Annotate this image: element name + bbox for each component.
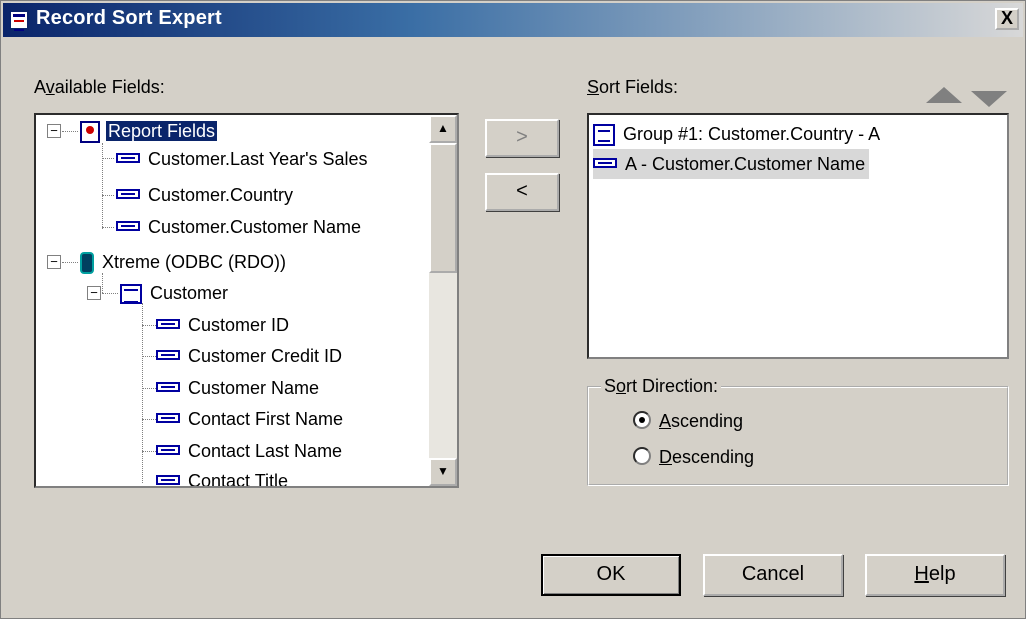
cancel-button[interactable]: Cancel <box>703 554 843 596</box>
tree-item-field[interactable]: Contact Title <box>156 467 288 486</box>
report-icon <box>80 121 100 144</box>
scroll-up-button[interactable]: ▲ <box>429 115 457 143</box>
close-button[interactable]: X <box>995 8 1019 30</box>
field-icon <box>156 319 180 330</box>
tree-connector <box>142 325 156 326</box>
sort-direction-title: Sort Direction: <box>601 376 722 397</box>
collapse-toggle-customer[interactable]: − <box>87 286 101 300</box>
tree-connector <box>142 388 156 389</box>
tree-connector <box>142 356 156 357</box>
field-icon <box>156 445 180 456</box>
tree-connector <box>102 195 114 196</box>
field-icon <box>116 189 140 200</box>
tree-connector <box>142 419 156 420</box>
field-icon <box>116 153 140 164</box>
scroll-thumb[interactable] <box>429 143 457 273</box>
tree-connector <box>102 227 114 228</box>
move-down-arrow-icon[interactable] <box>971 91 1007 107</box>
tree-item-field[interactable]: Customer Name <box>156 374 319 402</box>
tree-connector <box>102 273 103 293</box>
tree-item-field[interactable]: Contact Last Name <box>156 437 342 465</box>
move-up-arrow-icon[interactable] <box>926 87 962 103</box>
remove-sort-field-button[interactable]: < <box>485 173 559 211</box>
field-icon <box>156 382 180 393</box>
report-app-icon <box>9 10 29 31</box>
sort-field-item[interactable]: Group #1: Customer.Country - A <box>593 119 880 149</box>
sort-field-item[interactable]: A - Customer.Customer Name <box>593 149 870 179</box>
sort-direction-group: Sort Direction: Ascending Descending <box>587 376 1009 486</box>
available-fields-label: Available Fields: <box>34 77 165 97</box>
tree-item-datasource[interactable]: Xtreme (ODBC (RDO)) <box>80 248 286 276</box>
record-sort-expert-dialog: Record Sort Expert X Available Fields: −… <box>0 0 1026 619</box>
table-icon <box>120 284 142 305</box>
radio-selected-icon[interactable] <box>633 411 651 430</box>
sort-fields-list[interactable]: Group #1: Customer.Country - A A - Custo… <box>587 113 1009 359</box>
tree-connector <box>102 158 114 159</box>
field-icon <box>156 475 180 486</box>
tree-item-field[interactable]: Customer.Customer Name <box>116 213 361 241</box>
scroll-down-button[interactable]: ▼ <box>429 458 457 486</box>
group-icon <box>593 124 615 147</box>
tree-item-field[interactable]: Customer ID <box>156 311 289 339</box>
tree-item-field[interactable]: Customer.Country <box>116 181 293 209</box>
descending-radio[interactable]: Descending <box>633 444 754 470</box>
tree-connector <box>142 303 143 483</box>
database-icon <box>80 252 94 275</box>
sort-fields-label: Sort Fields: <box>587 77 679 97</box>
title-bar[interactable]: Record Sort Expert X <box>3 3 1023 37</box>
tree-item-field[interactable]: Contact First Name <box>156 405 343 433</box>
tree-item-field[interactable]: Customer Credit ID <box>156 342 342 370</box>
radio-unselected-icon[interactable] <box>633 447 651 466</box>
field-icon <box>593 158 617 169</box>
field-icon <box>156 350 180 361</box>
tree-connector <box>142 451 156 452</box>
tree-scrollbar[interactable]: ▲ ▼ <box>429 115 457 486</box>
tree-connector <box>102 293 118 294</box>
ascending-radio[interactable]: Ascending <box>633 408 743 434</box>
window-title: Record Sort Expert <box>36 7 222 29</box>
tree-item-field[interactable]: Customer.Last Year's Sales <box>116 145 368 173</box>
tree-item-report-fields[interactable]: Report Fields <box>80 117 218 145</box>
add-sort-field-button[interactable]: > <box>485 119 559 157</box>
collapse-toggle-report-fields[interactable]: − <box>47 124 61 138</box>
tree-connector <box>62 262 78 263</box>
tree-item-table[interactable]: Customer <box>120 279 228 307</box>
field-icon <box>116 221 140 232</box>
available-fields-tree[interactable]: − − − Report Fields Customer.Last Year's… <box>34 113 459 488</box>
collapse-toggle-xtreme[interactable]: − <box>47 255 61 269</box>
field-icon <box>156 413 180 424</box>
tree-connector <box>62 131 78 132</box>
help-button[interactable]: Help <box>865 554 1005 596</box>
ok-button[interactable]: OK <box>541 554 681 596</box>
tree-connector <box>102 143 103 229</box>
